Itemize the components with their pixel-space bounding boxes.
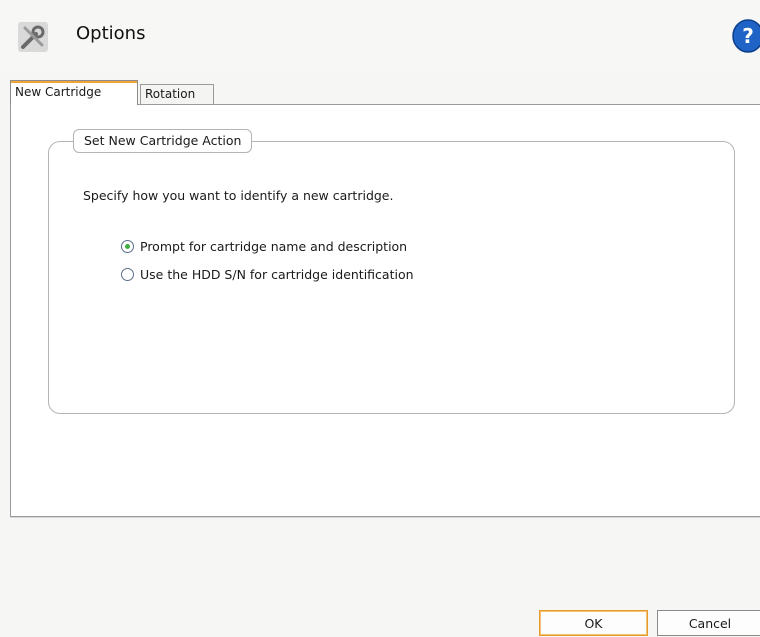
dialog-header: Options ? <box>0 0 760 72</box>
tab-panel: Set New Cartridge Action Specify how you… <box>10 104 760 517</box>
tab-rotation[interactable]: Rotation <box>140 84 214 105</box>
tools-icon <box>18 22 48 52</box>
radio-hdd-label: Use the HDD S/N for cartridge identifica… <box>140 266 414 282</box>
tab-new-cartridge[interactable]: New Cartridge <box>10 80 138 105</box>
ok-button[interactable]: OK <box>539 610 648 636</box>
dialog-title: Options <box>76 23 146 44</box>
radio-use-hdd-sn[interactable]: Use the HDD S/N for cartridge identifica… <box>121 266 414 282</box>
radio-prompt-label: Prompt for cartridge name and descriptio… <box>140 238 408 254</box>
radio-prompt-name[interactable]: Prompt for cartridge name and descriptio… <box>121 238 407 254</box>
cancel-button[interactable]: Cancel <box>657 610 760 636</box>
help-icon[interactable]: ? <box>731 18 760 54</box>
svg-text:?: ? <box>742 24 754 48</box>
group-description: Specify how you want to identify a new c… <box>83 188 394 203</box>
divider <box>10 517 760 518</box>
radio-unselected-icon[interactable] <box>121 267 134 281</box>
radio-selected-icon[interactable] <box>121 239 134 253</box>
group-legend: Set New Cartridge Action <box>73 129 253 153</box>
new-cartridge-action-group: Set New Cartridge Action Specify how you… <box>48 129 735 414</box>
